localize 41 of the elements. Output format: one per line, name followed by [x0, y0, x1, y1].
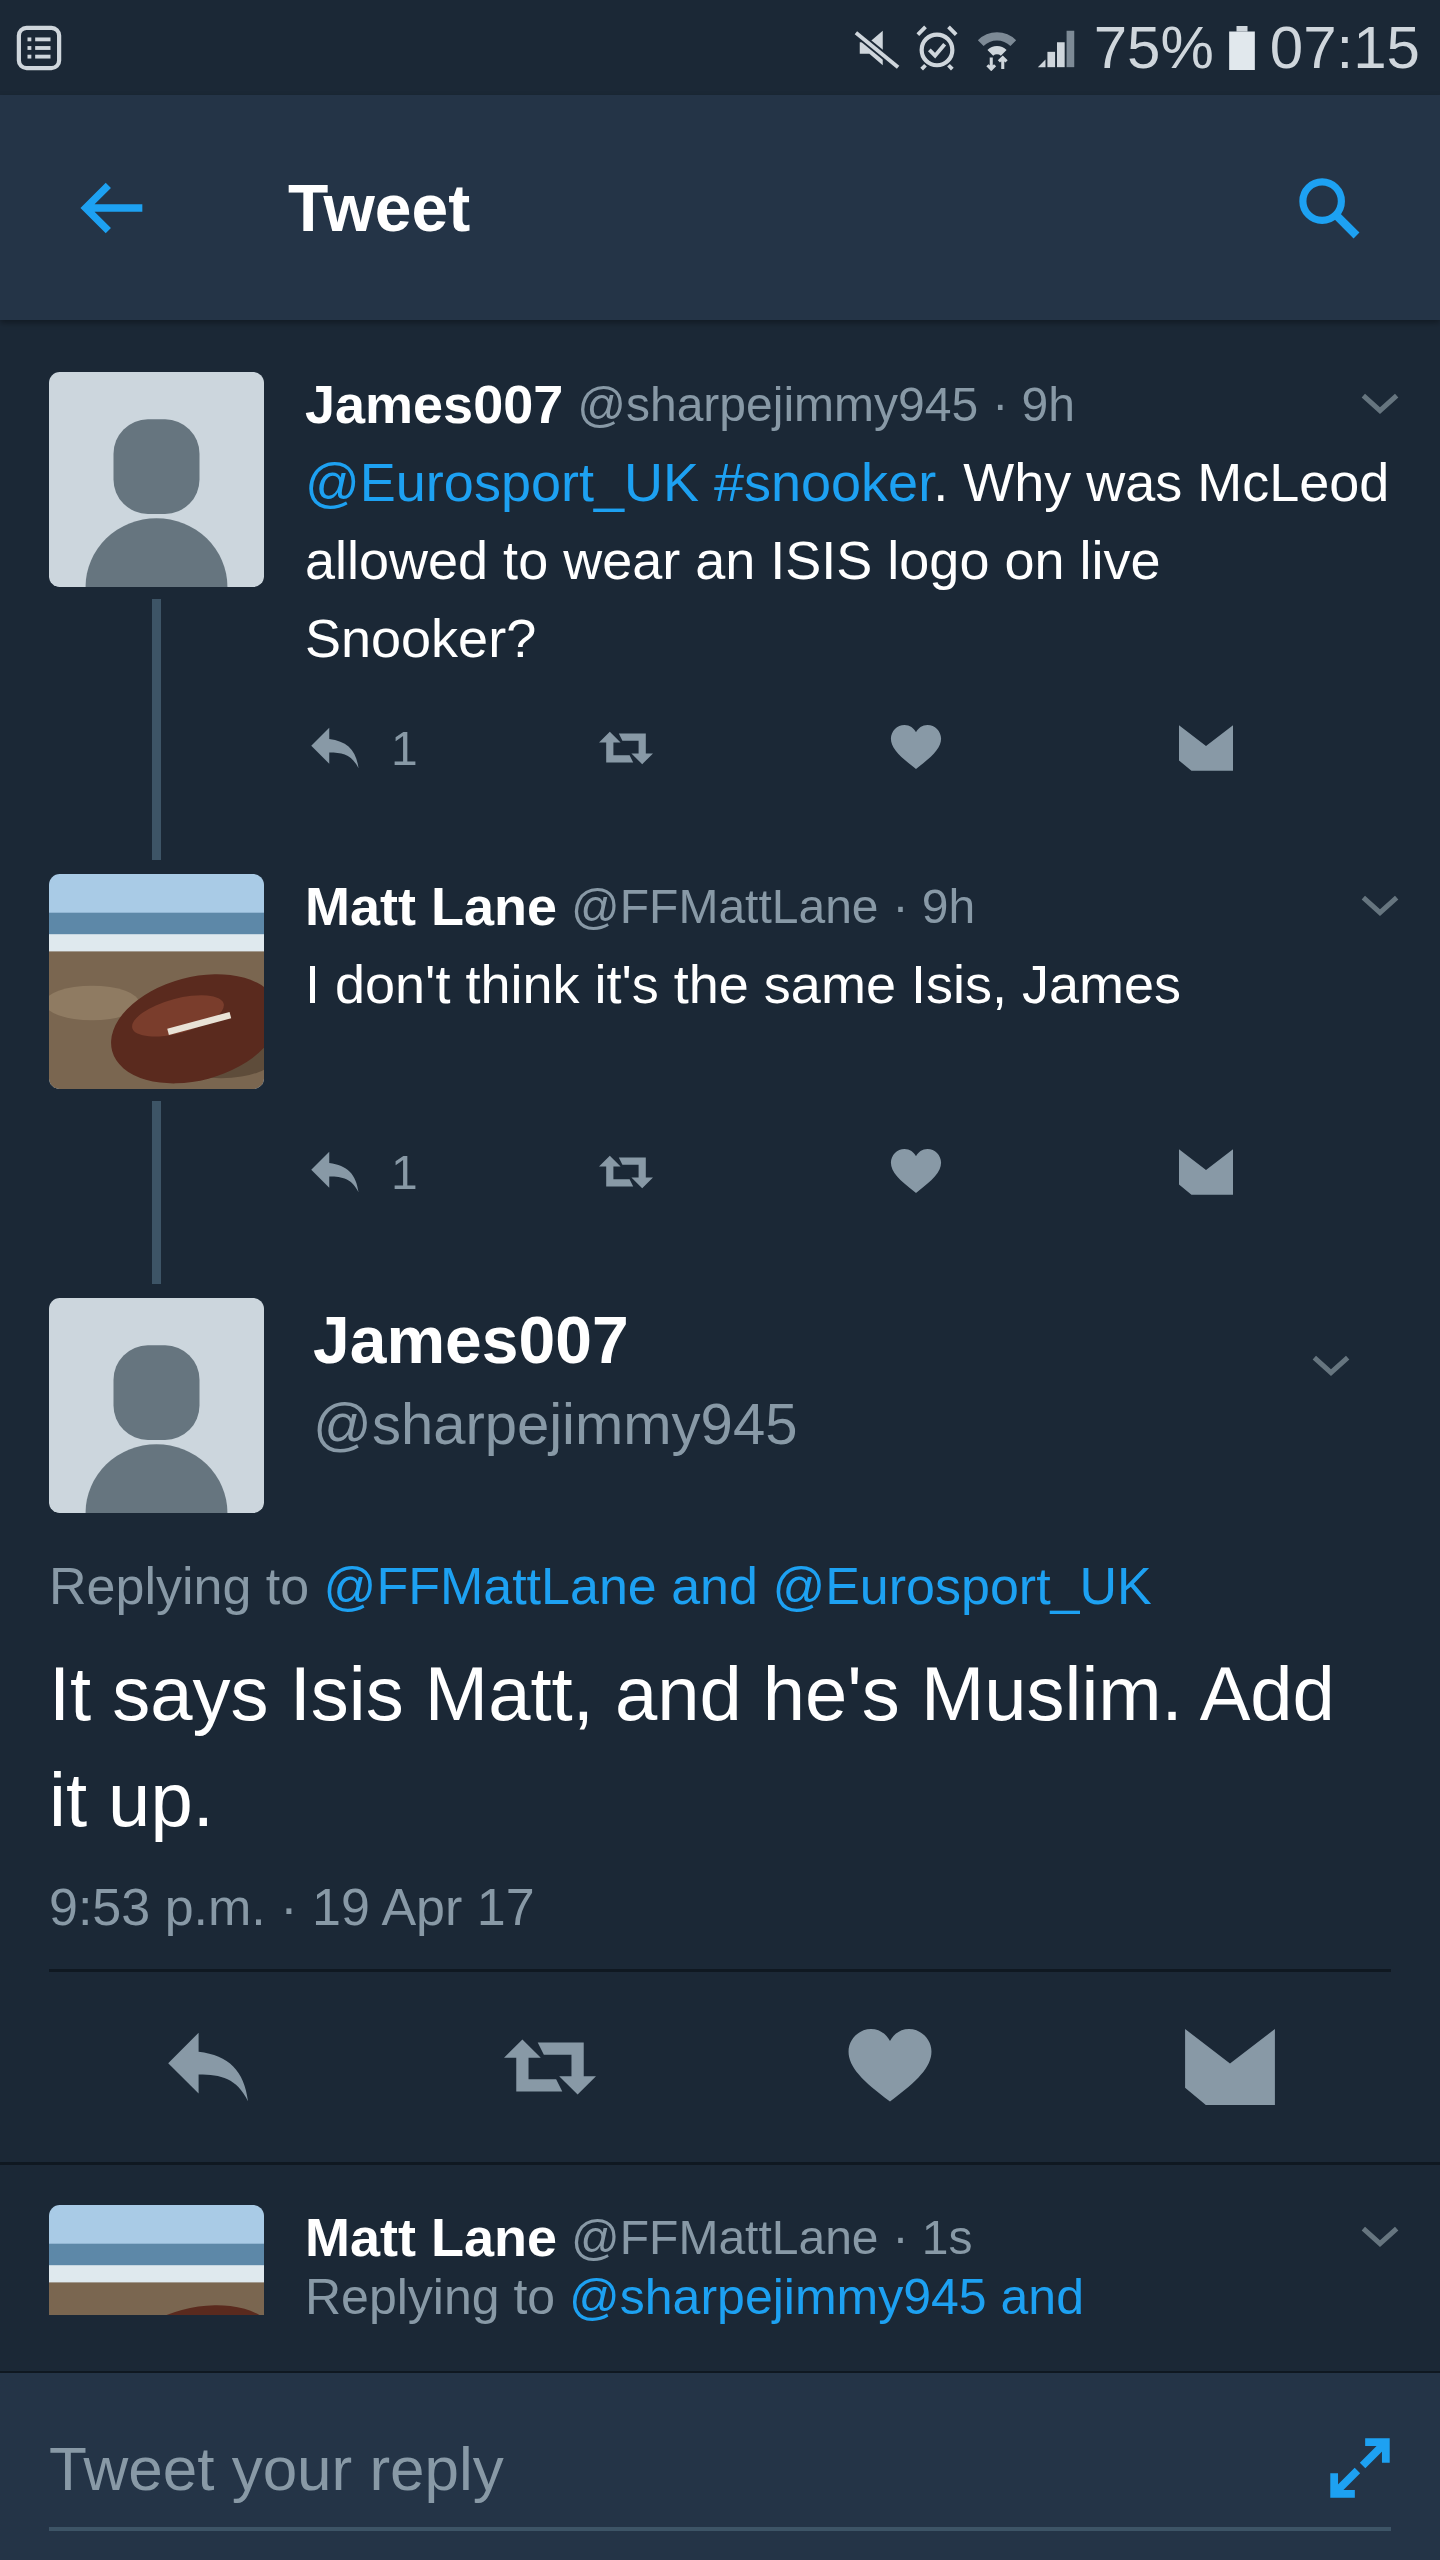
chevron-down-icon[interactable]	[1360, 894, 1400, 918]
expand-icon[interactable]	[1329, 2437, 1391, 2499]
replying-to-text: Replying to @FFMattLane and @Eurosport_UK	[49, 1556, 1153, 1617]
tweet-text: It says Isis Matt, and he's Muslim. Add it up.	[49, 1650, 1336, 1844]
reply-composer[interactable]: Tweet your reply	[0, 2371, 1440, 2560]
user-handle: @FFMattLane	[571, 878, 879, 934]
tweet-text: @Eurosport_UK #snooker. Why was McLeod allowed to wear an ISIS logo on live Snooker?	[305, 451, 1391, 670]
reply-count: 1	[391, 720, 418, 776]
user-name[interactable]: Matt Lane	[305, 875, 558, 937]
mention-link[interactable]: @sharpejimmy945 and	[569, 2269, 1084, 2325]
chevron-down-icon[interactable]	[1360, 2225, 1400, 2249]
reply-input-field[interactable]: Tweet your reply	[49, 2423, 1329, 2513]
user-name[interactable]: Matt Lane	[305, 2206, 558, 2268]
user-name[interactable]: James007	[313, 1298, 798, 1382]
reply-count: 1	[391, 1144, 418, 1200]
heart-icon[interactable]	[889, 1149, 943, 1195]
chevron-down-icon[interactable]	[1360, 392, 1400, 416]
user-handle: @FFMattLane	[571, 2209, 879, 2265]
replying-to-text: Replying to @sharpejimmy945 and	[305, 2269, 1085, 2325]
battery-icon	[1227, 25, 1256, 70]
avatar-placeholder[interactable]	[49, 1298, 264, 1513]
notes-icon	[16, 24, 62, 71]
tweet-text: I don't think it's the same Isis, James	[305, 953, 1182, 1016]
tweet-time: · 1s	[892, 2209, 973, 2265]
avatar-placeholder[interactable]	[49, 372, 264, 587]
user-handle: @sharpejimmy945	[577, 376, 979, 432]
battery-percent: 75%	[1093, 13, 1214, 82]
chevron-down-icon[interactable]	[1311, 1354, 1351, 1378]
page-title: Tweet	[288, 169, 472, 246]
mention-link[interactable]: @Eurosport_UK #snooker	[305, 452, 934, 512]
envelope-icon[interactable]	[1184, 2029, 1276, 2105]
user-name[interactable]: James007	[305, 373, 564, 435]
mention-link[interactable]: @FFMattLane and @Eurosport_UK	[323, 1557, 1152, 1615]
tweet-timestamp: 9:53 p.m. · 19 Apr 17	[49, 1877, 536, 1938]
heart-icon[interactable]	[889, 725, 943, 771]
envelope-icon[interactable]	[1179, 725, 1233, 771]
tweet-time: · 9h	[992, 376, 1075, 432]
user-handle: @sharpejimmy945	[313, 1390, 798, 1458]
envelope-icon[interactable]	[1179, 1149, 1233, 1195]
clock-time: 07:15	[1269, 13, 1420, 82]
tweet-time: · 9h	[892, 878, 976, 934]
